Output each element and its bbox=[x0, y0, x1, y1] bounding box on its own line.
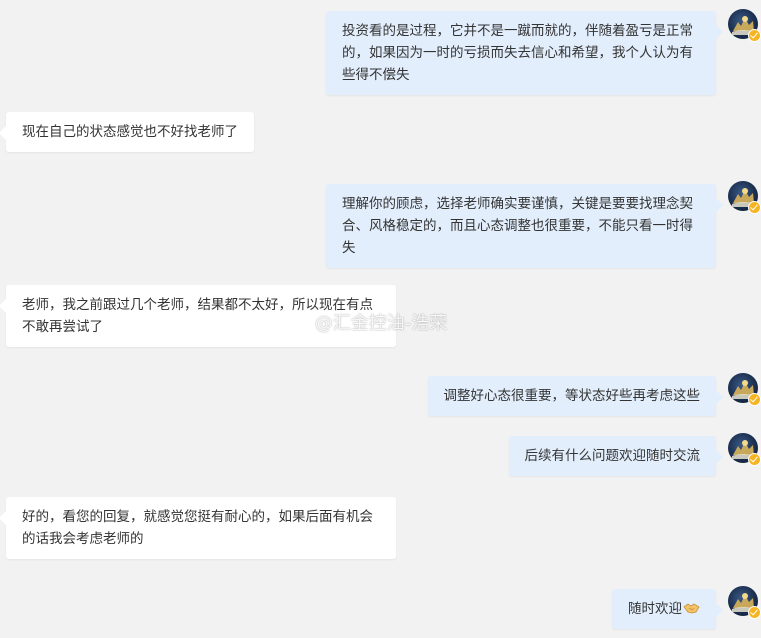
chat-bubble-outgoing: 投资看的是过程，它并不是一蹴而就的，伴随着盈亏是正常的，如果因为一时的亏损而失去… bbox=[326, 11, 723, 95]
verified-badge-icon bbox=[748, 606, 761, 619]
user-avatar-icon[interactable] bbox=[728, 373, 761, 406]
verified-badge-icon bbox=[748, 201, 761, 214]
user-avatar-icon[interactable] bbox=[728, 181, 761, 214]
chat-bubble-outgoing: 后续有什么问题欢迎随时交流 bbox=[508, 436, 723, 476]
chat-bubble-outgoing: 理解你的顾虑，选择老师确实要谨慎，关键是要要找理念契合、风格稳定的，而且心态调整… bbox=[326, 184, 723, 268]
chat-bubble-outgoing: 调整好心态很重要，等状态好些再考虑这些 bbox=[427, 376, 723, 416]
user-avatar-icon[interactable] bbox=[728, 433, 761, 466]
handshake-emoji bbox=[683, 603, 700, 614]
chat-bubble-outgoing: 随时欢迎 bbox=[612, 589, 723, 629]
message-text: 调整好心态很重要，等状态好些再考虑这些 bbox=[443, 388, 701, 404]
message-text: 随时欢迎 bbox=[628, 601, 682, 617]
chat-bubble-incoming: 好的，看您的回复，就感觉您挺有耐心的，如果后面有机会的话我会考虑老师的 bbox=[0, 497, 396, 559]
message-text: 理解你的顾虑，选择老师确实要谨慎，关键是要要找理念契合、风格稳定的，而且心态调整… bbox=[342, 196, 693, 256]
message-text: 投资看的是过程，它并不是一蹴而就的，伴随着盈亏是正常的，如果因为一时的亏损而失去… bbox=[342, 23, 693, 83]
weibo-logo-icon bbox=[287, 315, 308, 331]
verified-badge-icon bbox=[748, 29, 761, 42]
watermark: @汇金控油-浩荣 bbox=[287, 309, 447, 335]
watermark-text: @汇金控油-浩荣 bbox=[314, 313, 448, 334]
user-avatar-icon[interactable] bbox=[728, 586, 761, 619]
user-avatar-icon[interactable] bbox=[728, 9, 761, 42]
message-text: 好的，看您的回复，就感觉您挺有耐心的，如果后面有机会的话我会考虑老师的 bbox=[22, 509, 373, 547]
message-text: 后续有什么问题欢迎随时交流 bbox=[524, 448, 701, 464]
verified-badge-icon bbox=[748, 453, 761, 466]
verified-badge-icon bbox=[748, 393, 761, 406]
message-text: 现在自己的状态感觉也不好找老师了 bbox=[22, 124, 238, 140]
chat-bubble-incoming: 现在自己的状态感觉也不好找老师了 bbox=[0, 112, 254, 152]
